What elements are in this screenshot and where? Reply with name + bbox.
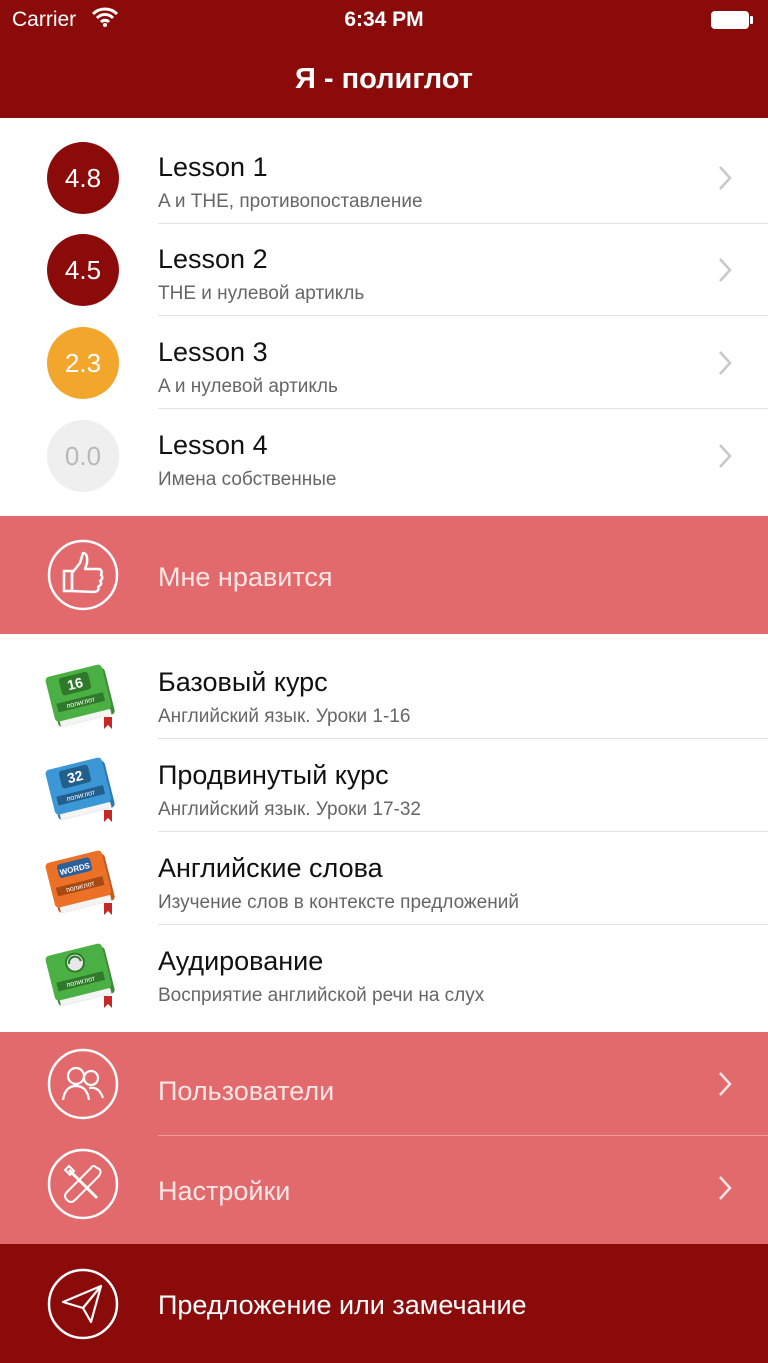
lesson-subtitle: Имена собственные (158, 469, 337, 490)
book-16-icon: 16 полиглот (45, 664, 115, 729)
chevron-right-icon (719, 166, 732, 190)
course-row-words[interactable]: WORDS полиглот Английские слова Изучение… (0, 833, 768, 925)
course-title: Базовый курс (158, 667, 328, 697)
score-badge: 2.3 (47, 327, 119, 399)
divider (158, 408, 768, 409)
lesson-row-4[interactable]: 0.0 Lesson 4 Имена собственные (0, 410, 768, 502)
like-label: Мне нравится (158, 562, 333, 592)
lesson-subtitle: A и THE, противопоставление (158, 191, 423, 212)
status-bar: Carrier 6:34 PM (0, 0, 768, 40)
score-badge: 4.5 (47, 234, 119, 306)
chevron-right-icon (719, 258, 732, 282)
lesson-subtitle: THE и нулевой артикль (158, 283, 365, 304)
lesson-title: Lesson 2 (158, 244, 268, 274)
divider (158, 738, 768, 739)
divider (158, 831, 768, 832)
paper-plane-icon (47, 1268, 119, 1340)
lesson-title: Lesson 4 (158, 430, 268, 460)
score-badge: 4.8 (47, 142, 119, 214)
menu-label: Настройки (158, 1176, 291, 1206)
tools-icon (47, 1148, 119, 1220)
menu-section: Пользователи Настройки (0, 1032, 768, 1244)
course-title: Продвинутый курс (158, 760, 389, 790)
lesson-title: Lesson 1 (158, 152, 268, 182)
lesson-row-3[interactable]: 2.3 Lesson 3 A и нулевой артикль (0, 317, 768, 409)
menu-item-users[interactable]: Пользователи (0, 1032, 768, 1136)
thumbs-up-icon (47, 539, 119, 611)
lesson-row-2[interactable]: 4.5 Lesson 2 THE и нулевой артикль (0, 224, 768, 316)
like-button[interactable]: Мне нравится (0, 516, 768, 634)
feedback-button[interactable]: Предложение или замечание (0, 1244, 768, 1363)
feedback-label: Предложение или замечание (158, 1290, 527, 1320)
lesson-title: Lesson 3 (158, 337, 268, 367)
course-subtitle: Восприятие английской речи на слух (158, 985, 485, 1006)
chevron-right-icon (719, 351, 732, 375)
chevron-right-icon (719, 1072, 732, 1096)
course-row-listening[interactable]: полиглот Аудирование Восприятие английск… (0, 926, 768, 1018)
divider (158, 315, 768, 316)
course-title: Английские слова (158, 853, 383, 883)
status-time: 6:34 PM (344, 8, 424, 31)
book-words-icon: WORDS полиглот (45, 850, 115, 915)
chevron-right-icon (719, 444, 732, 468)
course-title: Аудирование (158, 946, 324, 976)
book-audio-icon: полиглот (45, 943, 115, 1008)
lesson-subtitle: A и нулевой артикль (158, 376, 338, 397)
score-badge: 0.0 (47, 420, 119, 492)
course-row-advanced[interactable]: 32 полиглот Продвинутый курс Английский … (0, 740, 768, 832)
chevron-right-icon (719, 1176, 732, 1200)
course-subtitle: Английский язык. Уроки 1-16 (158, 706, 411, 727)
nav-bar: Я - полиглот (0, 40, 768, 118)
divider (158, 924, 768, 925)
course-subtitle: Изучение слов в контексте предложений (158, 892, 519, 913)
page-title: Я - полиглот (295, 63, 473, 95)
course-row-basic[interactable]: 16 полиглот Базовый курс Английский язык… (0, 647, 768, 739)
menu-item-settings[interactable]: Настройки (0, 1136, 768, 1240)
menu-label: Пользователи (158, 1076, 335, 1106)
book-32-icon: 32 полиглот (45, 757, 115, 822)
lesson-row-1[interactable]: 4.8 Lesson 1 A и THE, противопоставление (0, 132, 768, 224)
users-icon (47, 1048, 119, 1120)
course-subtitle: Английский язык. Уроки 17-32 (158, 799, 421, 820)
battery-icon (711, 11, 753, 29)
